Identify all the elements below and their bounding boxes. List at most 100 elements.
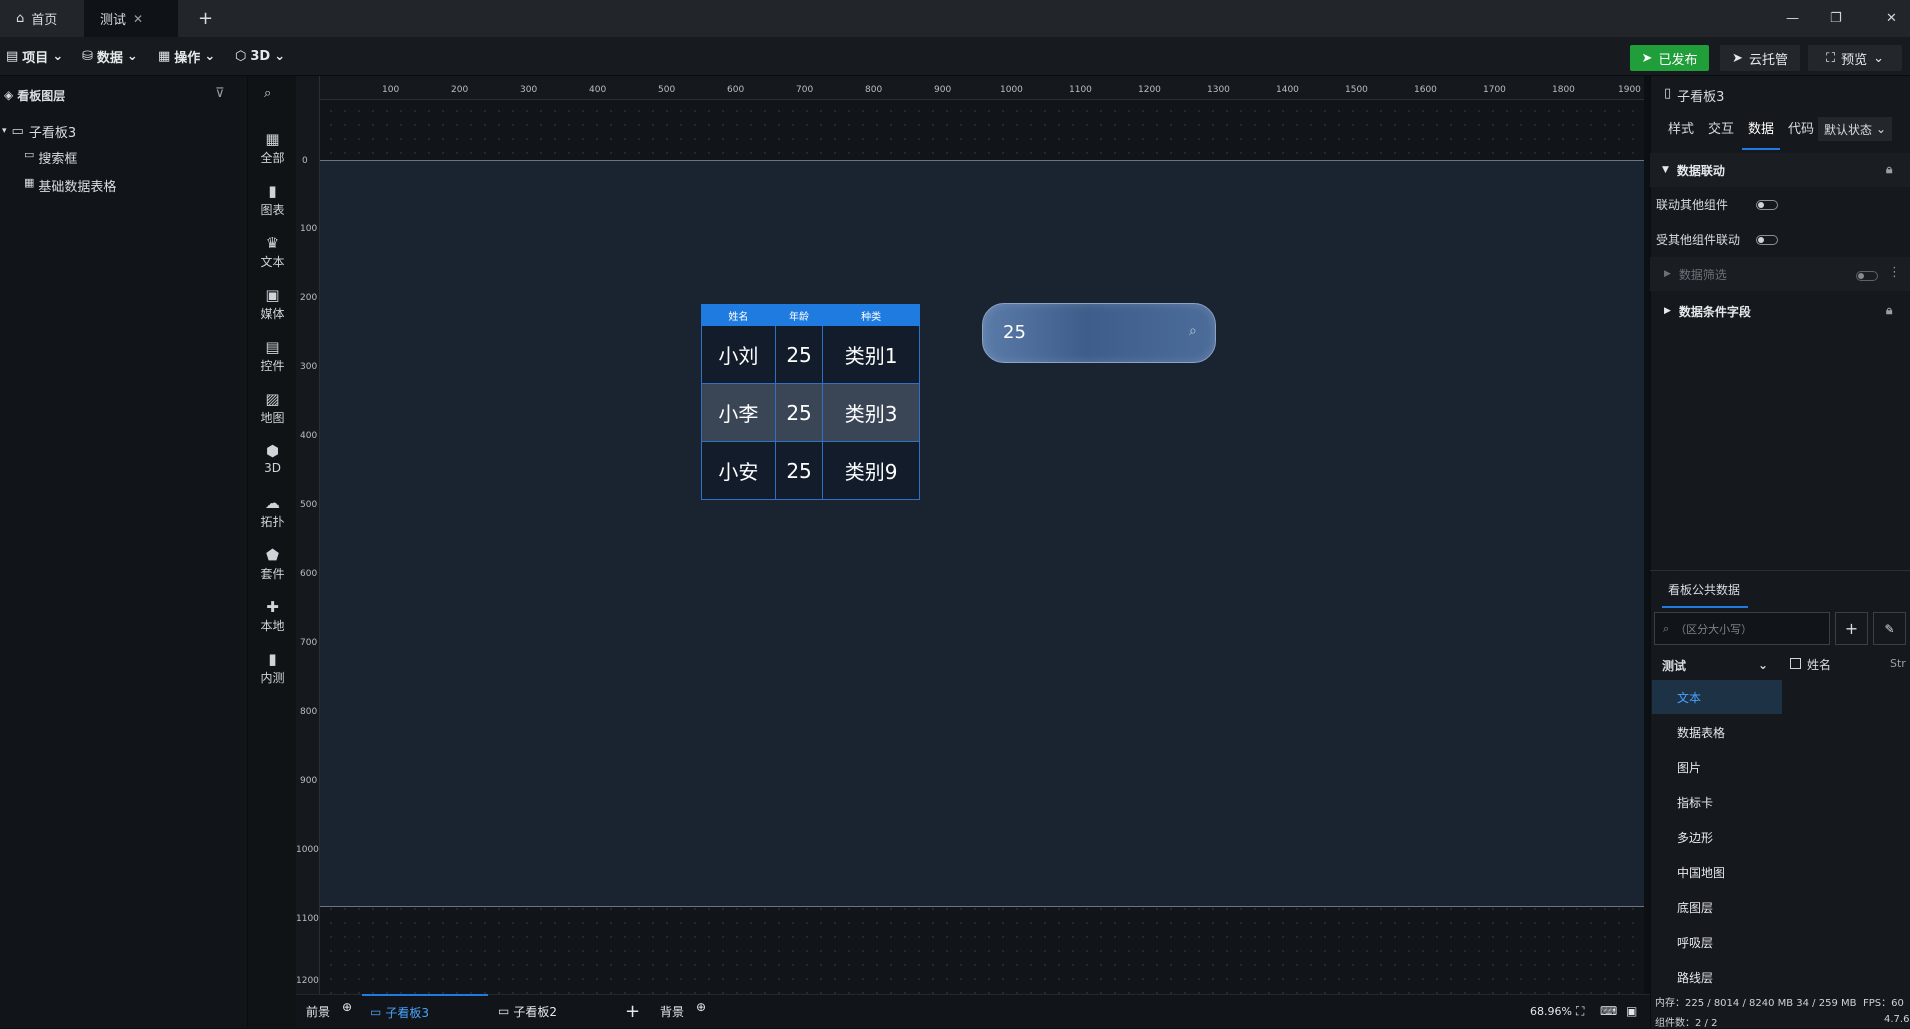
active-tab-indicator: [1662, 606, 1748, 608]
published-button[interactable]: ➤ 已发布: [1630, 45, 1709, 71]
component-list-item[interactable]: 图片: [1652, 750, 1782, 784]
search-box-value[interactable]: 25: [1003, 322, 1026, 343]
category-all[interactable]: ▦ 全部: [248, 131, 297, 166]
table-header-row: 姓名 年龄 种类: [701, 304, 920, 326]
terminal-icon[interactable]: ▣: [1626, 994, 1637, 1028]
ruler-label: 500: [300, 500, 318, 510]
edit-icon: ✎: [1884, 621, 1895, 636]
menu-3d[interactable]: ⬡ 3D ⌄: [235, 37, 285, 76]
component-list-item[interactable]: 中国地图: [1652, 855, 1782, 889]
ruler-label: 800: [865, 85, 883, 95]
menu-operate[interactable]: ▦ 操作 ⌄: [158, 37, 215, 76]
category-3d[interactable]: ⬢ 3D: [248, 443, 297, 475]
ruler-label: 1100: [296, 914, 319, 924]
basic-data-table[interactable]: 姓名 年龄 种类 小刘 25 类别1 小李 25 类别3 小安 25 类别9: [701, 304, 920, 500]
control-icon: ▤: [265, 338, 280, 356]
category-chart[interactable]: ▮ 图表: [248, 183, 297, 218]
public-data-search-input[interactable]: ⌕ （区分大小写）: [1654, 612, 1830, 645]
tab-background[interactable]: 背景 ⊕: [660, 994, 706, 1028]
category-beta[interactable]: ▮ 内测: [248, 651, 297, 686]
keyboard-icon[interactable]: ⌨: [1600, 994, 1617, 1028]
table-cell: 类别9: [822, 441, 920, 500]
fit-screen-icon[interactable]: ⛶: [1576, 994, 1584, 1028]
add-data-button[interactable]: +: [1835, 612, 1868, 645]
tab-test[interactable]: 测试 ✕: [84, 0, 178, 37]
ruler-label: 1200: [1138, 85, 1161, 95]
search-box-widget[interactable]: 25 ⌕: [982, 303, 1216, 363]
menu-data[interactable]: ⛁ 数据 ⌄: [82, 37, 138, 76]
link-others-toggle[interactable]: [1756, 200, 1778, 210]
preview-button[interactable]: ⛶ 预览 ⌄: [1808, 45, 1902, 71]
add-circle-icon[interactable]: ⊕: [342, 1000, 352, 1014]
category-local[interactable]: ✚ 本地: [248, 599, 297, 634]
version: 4.7.6: [1884, 1014, 1910, 1025]
linked-by-toggle[interactable]: [1756, 235, 1778, 245]
artboard[interactable]: [320, 160, 1644, 907]
table-row[interactable]: 小刘 25 类别1: [701, 325, 920, 384]
search-icon[interactable]: ⌕: [264, 86, 271, 101]
component-count: 组件数：2 / 2: [1655, 1018, 1718, 1029]
layer-item-table[interactable]: ▦ 基础数据表格: [24, 176, 116, 195]
tab-style[interactable]: 样式: [1668, 118, 1694, 137]
tab-board3[interactable]: ▭ 子看板3: [362, 994, 488, 1028]
tab-foreground[interactable]: 前景 ⊕: [306, 994, 352, 1028]
category-topology[interactable]: ☁ 拓扑: [248, 495, 297, 530]
category-control[interactable]: ▤ 控件: [248, 339, 297, 374]
linked-by-label: 受其他组件联动: [1656, 233, 1741, 247]
tab-board2[interactable]: ▭ 子看板2: [498, 994, 557, 1028]
checkbox[interactable]: [1790, 658, 1801, 669]
field-row[interactable]: 姓名: [1790, 656, 1831, 673]
table-row[interactable]: 小安 25 类别9: [701, 441, 920, 500]
minimize-icon[interactable]: —: [1770, 0, 1799, 37]
column-header[interactable]: 年龄: [774, 304, 824, 326]
filter-toggle[interactable]: [1856, 271, 1878, 281]
layer-item-search[interactable]: ▭ 搜索框: [24, 148, 77, 167]
ruler-label: 200: [300, 293, 318, 303]
table-cell: 类别1: [822, 325, 920, 384]
lock-icon[interactable]: 🔒︎: [1886, 162, 1892, 177]
category-text[interactable]: ♛ 文本: [248, 235, 297, 270]
component-list-item[interactable]: 指标卡: [1652, 785, 1782, 819]
search-icon[interactable]: ⌕: [1189, 323, 1197, 339]
edit-data-button[interactable]: ✎: [1873, 612, 1906, 645]
table-cell: 小刘: [701, 325, 776, 384]
more-icon[interactable]: ⋮: [1888, 265, 1901, 280]
component-list-item[interactable]: 数据表格: [1652, 715, 1782, 749]
tab-interaction[interactable]: 交互: [1708, 118, 1734, 137]
category-kit[interactable]: ⬟ 套件: [248, 547, 297, 582]
ruler-label: 1700: [1483, 85, 1506, 95]
column-header[interactable]: 姓名: [701, 304, 776, 326]
cloud-hosting-button[interactable]: ➤ 云托管: [1720, 45, 1800, 71]
tab-data[interactable]: 数据: [1748, 118, 1774, 137]
table-row[interactable]: 小李 25 类别3: [701, 383, 920, 442]
layer-root[interactable]: ▾ ▭ 子看板3: [0, 120, 247, 142]
dataset-select[interactable]: 测试 ⌄: [1654, 650, 1780, 680]
category-media[interactable]: ▣ 媒体: [248, 287, 297, 322]
tab-code[interactable]: 代码: [1788, 118, 1814, 137]
section-condition-fields[interactable]: ▶ 数据条件字段 🔒︎: [1650, 294, 1910, 328]
component-list-item[interactable]: 路线层: [1652, 960, 1782, 994]
ruler-label: 100: [382, 85, 400, 95]
state-select[interactable]: 默认状态 ⌄: [1818, 117, 1892, 141]
ruler-label: 900: [300, 776, 318, 786]
tab-home[interactable]: ⌂ 首页: [0, 0, 83, 37]
menu-project[interactable]: ▤ 项目 ⌄: [6, 37, 63, 76]
filter-icon[interactable]: ⊽: [215, 86, 225, 101]
zoom-level[interactable]: 68.96%: [1530, 994, 1572, 1028]
add-board-icon[interactable]: +: [625, 994, 640, 1028]
category-map[interactable]: ▨ 地图: [248, 391, 297, 426]
component-list-item[interactable]: 底图层: [1652, 890, 1782, 924]
component-list-item[interactable]: 呼吸层: [1652, 925, 1782, 959]
public-data-title[interactable]: 看板公共数据: [1668, 581, 1740, 598]
close-icon[interactable]: ✕: [133, 12, 143, 26]
column-header[interactable]: 种类: [822, 304, 920, 326]
component-list-item[interactable]: 多边形: [1652, 820, 1782, 854]
section-data-linkage[interactable]: ▼ 数据联动 🔒︎: [1650, 153, 1910, 187]
add-circle-icon[interactable]: ⊕: [696, 1000, 706, 1014]
lock-icon[interactable]: 🔒︎: [1886, 303, 1892, 318]
component-list-item[interactable]: 文本: [1652, 680, 1782, 714]
restore-icon[interactable]: ❐: [1814, 0, 1842, 37]
window-close-icon[interactable]: ✕: [1870, 0, 1897, 37]
add-tab-icon[interactable]: +: [182, 0, 213, 37]
table-cell: 25: [774, 441, 824, 500]
